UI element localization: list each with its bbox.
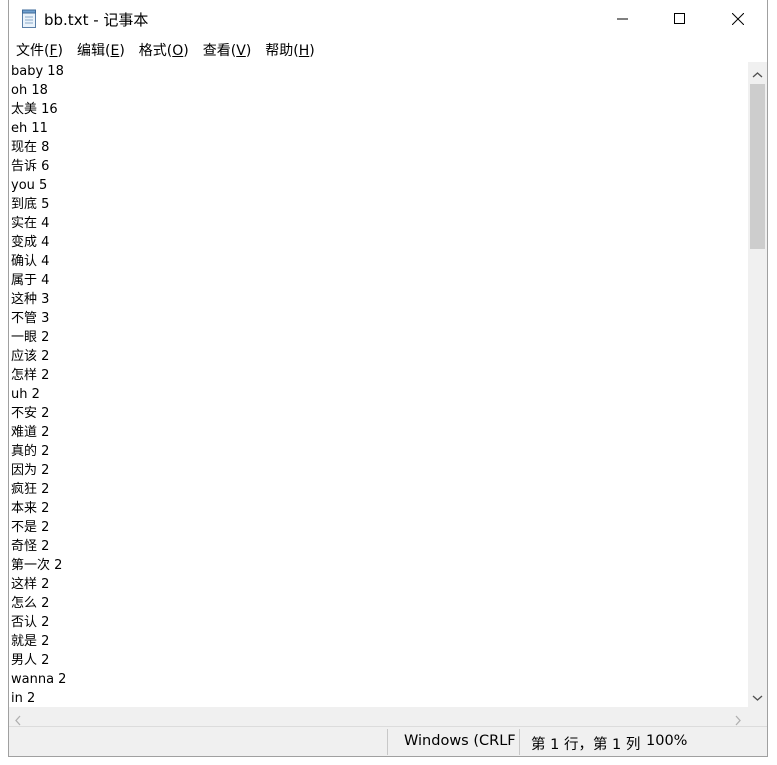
- menu-format-label: 格式(: [138, 43, 173, 59]
- text-line: 属于 4: [11, 273, 50, 288]
- title-bar[interactable]: bb.txt - 记事本: [9, 0, 767, 38]
- text-line: baby 18: [11, 64, 64, 79]
- close-icon: [731, 10, 745, 29]
- text-line: 疯狂 2: [11, 482, 50, 497]
- text-line: 现在 8: [11, 140, 50, 155]
- status-cursor-position: 第 1 行，第 1 列: [531, 737, 641, 753]
- menu-view-label: 查看(: [202, 43, 237, 59]
- menu-file-label: 文件(: [16, 43, 50, 59]
- status-divider: [387, 729, 388, 755]
- scrollbar-corner: [748, 707, 767, 726]
- menu-file-accelerator: F: [49, 43, 58, 59]
- text-line: 告诉 6: [11, 159, 50, 174]
- status-bar: Windows (CRLF) 第 1 行，第 1 列 100%: [9, 726, 767, 756]
- menu-help[interactable]: 帮助(H): [265, 40, 314, 60]
- vertical-scroll-thumb[interactable]: [750, 84, 765, 249]
- text-line: 不是 2: [11, 520, 50, 535]
- text-line: 变成 4: [11, 235, 50, 250]
- text-line: 这种 3: [11, 292, 50, 307]
- text-line: 男人 2: [11, 653, 50, 668]
- menu-view-suffix: ): [245, 43, 252, 59]
- menu-file-suffix: ): [57, 43, 63, 59]
- text-line: in 2: [11, 691, 36, 706]
- text-line: 本来 2: [11, 501, 50, 516]
- text-line: 到底 5: [11, 197, 50, 212]
- text-editor[interactable]: baby 18 oh 18 太美 16 eh 11 现在 8 告诉 6 you 5 到底 5 实…: [9, 62, 749, 707]
- text-line: 确认 4: [11, 254, 50, 269]
- minimize-button[interactable]: [594, 0, 652, 38]
- text-line: 因为 2: [11, 463, 50, 478]
- status-encoding: Windows (CRLF): [404, 733, 516, 749]
- menu-edit-label: 编辑(: [77, 43, 111, 59]
- menu-format-suffix: ): [183, 43, 189, 59]
- menu-view-accelerator: V: [236, 43, 246, 59]
- minimize-icon: [617, 10, 629, 29]
- menu-edit[interactable]: 编辑(E): [77, 40, 125, 60]
- text-line: 一眼 2: [11, 330, 50, 345]
- text-line: 不安 2: [11, 406, 50, 421]
- menu-help-suffix: ): [309, 43, 315, 59]
- scroll-up-icon[interactable]: [752, 66, 763, 85]
- notepad-window: bb.txt - 记事本 文件(F) 编辑(E) 格式(O) 查看(V) 帮助(…: [8, 0, 768, 757]
- text-line: 否认 2: [11, 615, 50, 630]
- notepad-icon: [21, 9, 38, 29]
- text-line: 奇怪 2: [11, 539, 50, 554]
- text-line: uh 2: [11, 387, 40, 402]
- text-line: oh 18: [11, 83, 48, 98]
- text-line: eh 11: [11, 121, 48, 136]
- menu-help-accelerator: H: [298, 43, 310, 59]
- menu-bar: 文件(F) 编辑(E) 格式(O) 查看(V) 帮助(H): [9, 38, 767, 62]
- text-line: 真的 2: [11, 444, 50, 459]
- text-line: 应该 2: [11, 349, 50, 364]
- text-line: wanna 2: [11, 672, 67, 687]
- text-line: 难道 2: [11, 425, 50, 440]
- text-line: 这样 2: [11, 577, 50, 592]
- text-line: 怎样 2: [11, 368, 50, 383]
- vertical-scrollbar[interactable]: [748, 62, 767, 707]
- text-line: 不管 3: [11, 311, 50, 326]
- status-divider: [519, 729, 520, 755]
- maximize-button[interactable]: [651, 0, 709, 38]
- text-line: 就是 2: [11, 634, 50, 649]
- menu-file[interactable]: 文件(F): [16, 40, 63, 60]
- menu-view[interactable]: 查看(V): [203, 40, 252, 60]
- text-line: 第一次 2: [11, 558, 63, 573]
- menu-help-label: 帮助(: [265, 43, 299, 59]
- text-line: you 5: [11, 178, 48, 193]
- text-line: 实在 4: [11, 216, 50, 231]
- menu-edit-suffix: ): [119, 43, 125, 59]
- status-zoom: 100%: [646, 733, 688, 749]
- horizontal-scrollbar[interactable]: [9, 707, 749, 726]
- menu-edit-accelerator: E: [110, 43, 120, 59]
- window-title: bb.txt - 记事本: [44, 11, 149, 29]
- text-line: 太美 16: [11, 102, 58, 117]
- scroll-down-icon[interactable]: [752, 689, 763, 708]
- menu-format-accelerator: O: [172, 43, 184, 59]
- menu-format[interactable]: 格式(O): [139, 40, 189, 60]
- close-button[interactable]: [709, 0, 767, 38]
- text-line: 怎么 2: [11, 596, 50, 611]
- maximize-icon: [674, 10, 686, 29]
